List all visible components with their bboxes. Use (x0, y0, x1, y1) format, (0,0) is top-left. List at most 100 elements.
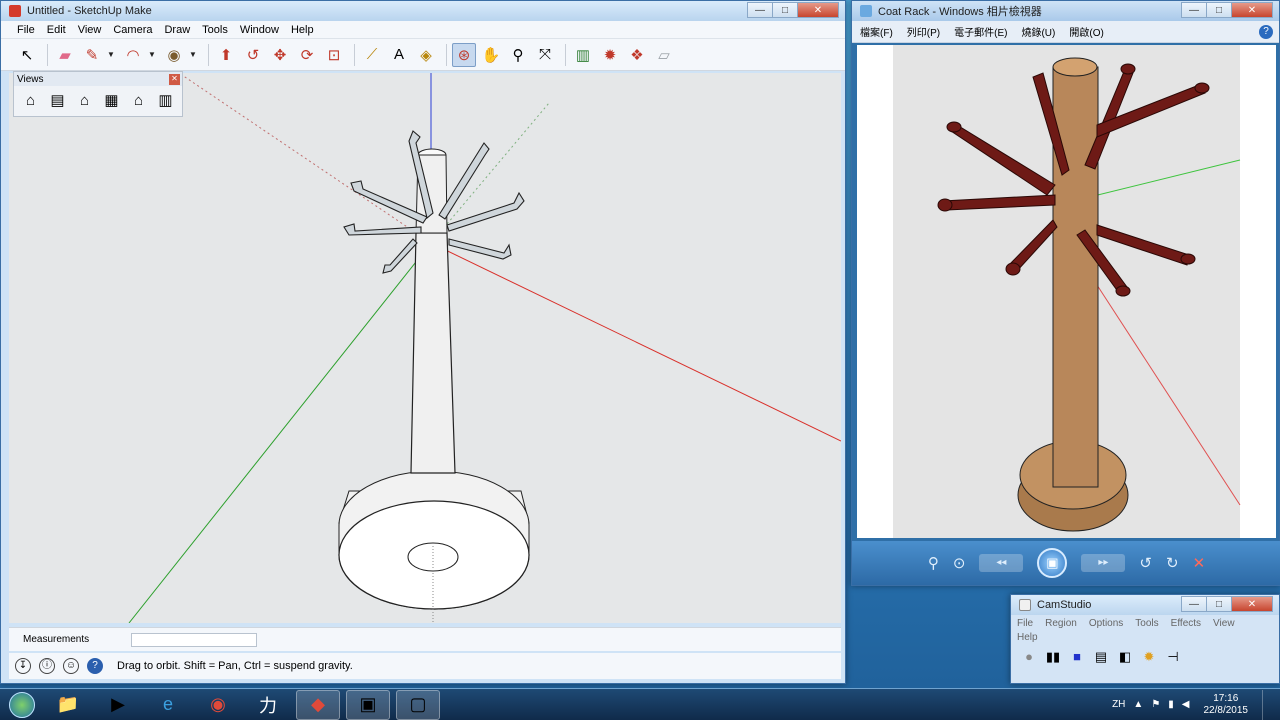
cs-menu-effects[interactable]: Effects (1171, 617, 1201, 631)
right-view-icon[interactable]: ▦ (101, 90, 122, 111)
send-to-layout-icon[interactable]: ▱ (652, 43, 676, 67)
media-player-icon[interactable]: ▶ (96, 690, 140, 720)
menu-window[interactable]: Window (234, 24, 285, 36)
photo-viewer-titlebar[interactable]: Coat Rack - Windows 相片檢視器 — □ ✕ (852, 1, 1279, 21)
rotate-icon[interactable]: ⟳ (295, 43, 319, 67)
follow-me-icon[interactable]: ↺ (241, 43, 265, 67)
menu-view[interactable]: View (72, 24, 108, 36)
credits-icon[interactable]: ⓘ (39, 658, 55, 674)
shape-dropdown[interactable]: ▼ (189, 50, 199, 59)
zoom-icon[interactable]: ⚲ (928, 554, 939, 572)
pencil-icon[interactable]: ✎ (80, 43, 104, 67)
rotate-right-icon[interactable]: ↻ (1166, 554, 1179, 572)
user-icon[interactable]: ☺ (63, 658, 79, 674)
select-icon[interactable]: ↖ (15, 43, 39, 67)
pv-menu-email[interactable]: 電子郵件(E) (954, 24, 1007, 39)
tape-measure-icon[interactable]: ⟋ (360, 43, 384, 67)
shape-icon[interactable]: ◉ (162, 43, 186, 67)
menu-tools[interactable]: Tools (196, 24, 234, 36)
rotate-left-icon[interactable]: ↺ (1139, 554, 1152, 572)
photo-minimize-button[interactable]: — (1181, 2, 1207, 18)
slideshow-button[interactable]: ▣ (1037, 548, 1068, 578)
cam-maximize-button[interactable]: □ (1206, 596, 1232, 612)
stop-icon[interactable]: ■ (1069, 649, 1085, 665)
cam-close-button[interactable]: ✕ (1231, 596, 1273, 612)
cs-menu-view[interactable]: View (1213, 617, 1235, 631)
pan-icon[interactable]: ✋ (479, 43, 503, 67)
annotation-icon[interactable]: ▤ (1093, 649, 1109, 665)
top-view-icon[interactable]: ▤ (47, 90, 68, 111)
autopan-icon[interactable]: ⊣ (1165, 649, 1181, 665)
delete-icon[interactable]: ✕ (1193, 554, 1206, 572)
help-icon[interactable]: ? (1259, 24, 1273, 39)
zoom-icon[interactable]: ⚲ (506, 43, 530, 67)
pv-menu-burn[interactable]: 燒錄(U) (1021, 24, 1055, 39)
arc-dropdown[interactable]: ▼ (148, 50, 158, 59)
clock[interactable]: 17:16 22/8/2015 (1204, 693, 1249, 717)
front-view-icon[interactable]: ⌂ (74, 90, 95, 111)
menu-camera[interactable]: Camera (107, 24, 158, 36)
zoom-extents-icon[interactable]: ⤧ (533, 43, 557, 67)
scale-icon[interactable]: ⊡ (322, 43, 346, 67)
show-hidden-icons-icon[interactable]: ▲ (1133, 699, 1143, 710)
sketchup-taskbar-icon[interactable]: ◆ (296, 689, 340, 720)
previous-button[interactable]: ◂◂ (979, 554, 1024, 572)
measurements-field[interactable] (131, 632, 258, 647)
settings-icon[interactable]: ✹ (1141, 649, 1157, 665)
cs-menu-tools[interactable]: Tools (1135, 617, 1158, 631)
photo-viewer-taskbar-icon[interactable]: ▣ (346, 689, 390, 720)
cs-menu-help[interactable]: Help (1017, 631, 1038, 645)
start-button[interactable] (4, 690, 40, 720)
views-panel-close-icon[interactable]: ✕ (169, 73, 180, 85)
cs-menu-region[interactable]: Region (1045, 617, 1077, 631)
pv-menu-print[interactable]: 列印(P) (907, 24, 940, 39)
layout-icon[interactable]: ❖ (625, 43, 649, 67)
input-method-icon[interactable]: ⼒ (246, 690, 290, 720)
instructor-icon[interactable]: ? (87, 658, 103, 674)
pv-menu-open[interactable]: 開啟(O) (1069, 24, 1103, 39)
menu-draw[interactable]: Draw (158, 24, 196, 36)
iso-view-icon[interactable]: ⌂ (20, 90, 41, 111)
network-icon[interactable]: ▮ (1168, 699, 1174, 710)
arc-icon[interactable]: ◠ (121, 43, 145, 67)
pv-menu-file[interactable]: 檔案(F) (860, 24, 893, 39)
text-icon[interactable]: A (387, 43, 411, 67)
extension-warehouse-icon[interactable]: ✹ (598, 43, 622, 67)
cam-minimize-button[interactable]: — (1181, 596, 1207, 612)
3d-viewport[interactable] (9, 73, 841, 623)
show-desktop-button[interactable] (1262, 689, 1274, 720)
minimize-button[interactable]: — (747, 2, 773, 18)
ime-indicator[interactable]: ZH (1112, 699, 1125, 710)
actual-size-icon[interactable]: ⊙ (953, 554, 966, 572)
menu-edit[interactable]: Edit (41, 24, 72, 36)
push-pull-icon[interactable]: ⬆ (214, 43, 238, 67)
back-view-icon[interactable]: ⌂ (128, 90, 149, 111)
internet-explorer-icon[interactable]: e (146, 690, 190, 720)
explorer-icon[interactable]: 📁 (46, 690, 90, 720)
photo-close-button[interactable]: ✕ (1231, 2, 1273, 18)
camstudio-titlebar[interactable]: CamStudio — □ ✕ (1011, 595, 1279, 615)
eraser-icon[interactable]: ▰ (53, 43, 77, 67)
record-icon[interactable]: ● (1021, 649, 1037, 665)
close-button[interactable]: ✕ (797, 2, 839, 18)
sketchup-titlebar[interactable]: Untitled - SketchUp Make — □ ✕ (1, 1, 845, 21)
maximize-button[interactable]: □ (772, 2, 798, 18)
chrome-icon[interactable]: ◉ (196, 690, 240, 720)
3d-warehouse-icon[interactable]: ▥ (571, 43, 595, 67)
orbit-icon[interactable]: ⊛ (452, 42, 476, 67)
paint-bucket-icon[interactable]: ◈ (414, 43, 438, 67)
left-view-icon[interactable]: ▥ (155, 90, 176, 111)
photo-maximize-button[interactable]: □ (1206, 2, 1232, 18)
next-button[interactable]: ▸▸ (1081, 554, 1126, 572)
cs-menu-file[interactable]: File (1017, 617, 1033, 631)
camstudio-taskbar-icon[interactable]: ▢ (396, 689, 440, 720)
pencil-dropdown[interactable]: ▼ (107, 50, 117, 59)
geo-location-icon[interactable]: ↧ (15, 658, 31, 674)
move-icon[interactable]: ✥ (268, 43, 292, 67)
menu-file[interactable]: File (11, 24, 41, 36)
volume-icon[interactable]: ◀ (1182, 699, 1190, 710)
pause-icon[interactable]: ▮▮ (1045, 649, 1061, 665)
screen-icon[interactable]: ◧ (1117, 649, 1133, 665)
flag-icon[interactable]: ⚑ (1151, 699, 1160, 710)
menu-help[interactable]: Help (285, 24, 320, 36)
